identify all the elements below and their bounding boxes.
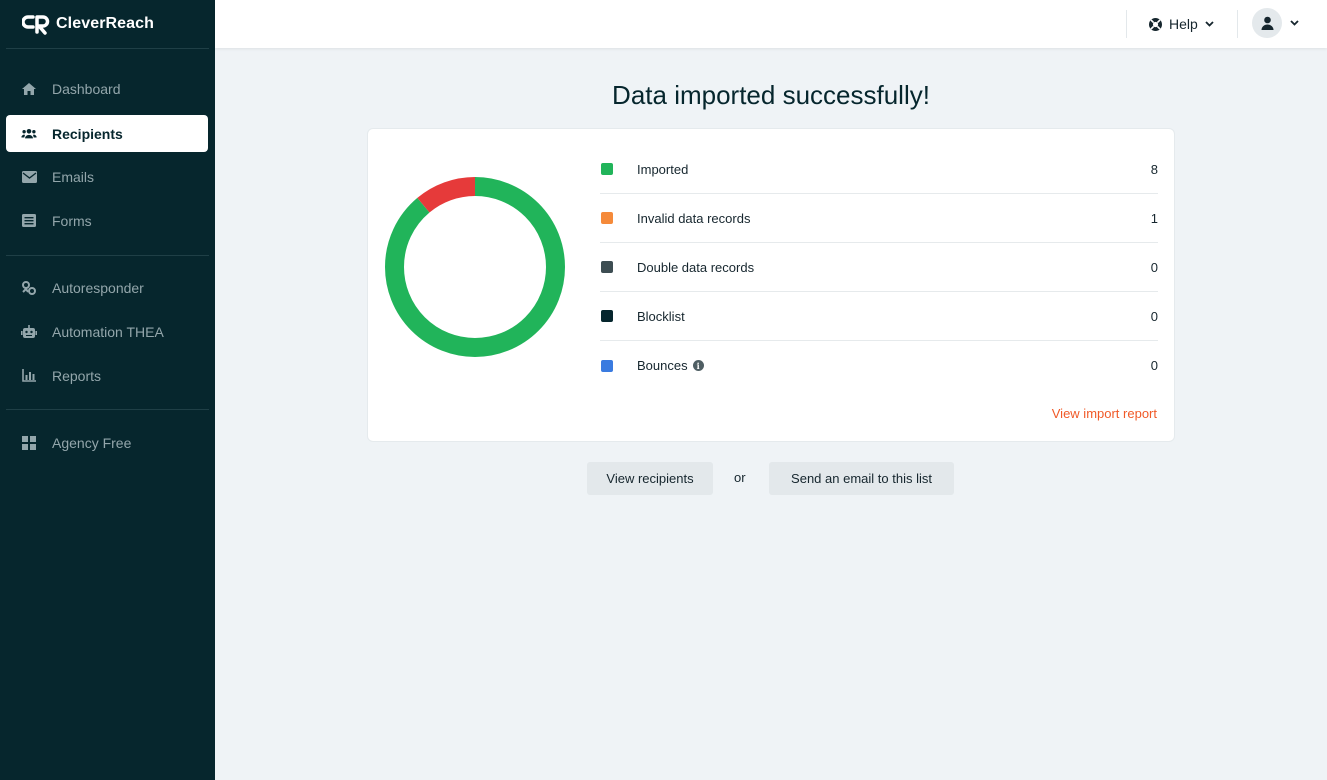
form-icon xyxy=(21,213,37,229)
sidebar-item-recipients[interactable]: Recipients xyxy=(6,115,208,152)
user-menu-button[interactable] xyxy=(1252,8,1299,38)
sidebar-item-label: Forms xyxy=(52,212,92,229)
import-stats-list: Imported 8 Invalid data records 1 Double… xyxy=(600,145,1158,390)
stat-label: Imported xyxy=(637,161,689,177)
cleverreach-logo-icon xyxy=(22,15,50,35)
sidebar-item-label: Emails xyxy=(52,168,95,185)
view-recipients-button[interactable]: View recipients xyxy=(587,462,713,495)
home-icon xyxy=(21,81,37,97)
import-donut-chart xyxy=(385,177,565,357)
help-label: Help xyxy=(1169,16,1198,32)
stat-value: 1 xyxy=(1150,210,1158,226)
autoresponder-icon xyxy=(21,280,37,296)
topbar-divider xyxy=(1126,10,1127,38)
sidebar-item-emails[interactable]: Emails xyxy=(6,158,208,195)
sidebar-item-reports[interactable]: Reports xyxy=(6,357,208,394)
import-summary-card: Imported 8 Invalid data records 1 Double… xyxy=(367,128,1175,442)
chart-icon xyxy=(21,368,37,384)
app-name: CleverReach xyxy=(56,15,155,32)
stat-value: 0 xyxy=(1150,358,1158,373)
top-bar: Help xyxy=(215,0,1327,48)
stat-row-imported: Imported 8 xyxy=(600,145,1158,194)
stat-row-double: Double data records 0 xyxy=(600,243,1158,292)
avatar xyxy=(1252,8,1282,38)
legend-swatch xyxy=(601,163,613,175)
info-icon[interactable]: i xyxy=(692,360,704,371)
page-title: Data imported successfully! xyxy=(612,80,930,110)
cleverreach-logo[interactable]: CleverReach xyxy=(22,12,154,36)
stat-row-invalid: Invalid data records 1 xyxy=(600,194,1158,243)
users-icon xyxy=(21,126,37,142)
sidebar-item-label: Recipients xyxy=(52,125,123,142)
stat-value: 8 xyxy=(1150,161,1158,177)
chevron-down-icon xyxy=(1290,20,1299,26)
legend-swatch xyxy=(601,261,613,273)
grid-icon xyxy=(21,435,37,451)
legend-swatch xyxy=(601,359,613,372)
donut-slice-imported xyxy=(385,177,565,357)
sidebar-item-label: Automation THEA xyxy=(52,323,164,340)
view-import-report-link[interactable]: View import report xyxy=(1052,406,1157,421)
sidebar-divider xyxy=(6,255,209,256)
stat-row-blocklist: Blocklist 0 xyxy=(600,292,1158,341)
user-icon xyxy=(1261,16,1273,30)
legend-swatch xyxy=(601,212,613,224)
sidebar-item-automation-thea[interactable]: Automation THEA xyxy=(6,313,208,350)
sidebar-item-agency-free[interactable]: Agency Free xyxy=(6,424,208,461)
envelope-icon xyxy=(21,169,37,185)
legend-swatch xyxy=(601,310,613,322)
or-text: or xyxy=(734,470,746,485)
help-menu-button[interactable]: Help xyxy=(1149,13,1214,35)
sidebar-item-label: Agency Free xyxy=(52,434,132,451)
stat-label: Blocklist xyxy=(637,308,685,324)
sidebar-item-label: Autoresponder xyxy=(52,279,144,296)
sidebar-item-dashboard[interactable]: Dashboard xyxy=(6,70,208,107)
sidebar-item-autoresponder[interactable]: Autoresponder xyxy=(6,269,208,306)
lifebuoy-icon xyxy=(1149,17,1162,31)
sidebar-item-label: Dashboard xyxy=(52,80,121,97)
send-email-button[interactable]: Send an email to this list xyxy=(769,462,954,495)
sidebar-item-label: Reports xyxy=(52,367,102,384)
stat-label: Bounces xyxy=(637,358,688,373)
sidebar: CleverReach Dashboard Recipients Emails … xyxy=(0,0,215,780)
topbar-divider xyxy=(1237,10,1238,38)
sidebar-item-forms[interactable]: Forms xyxy=(6,202,208,239)
stat-value: 0 xyxy=(1150,308,1158,324)
sidebar-divider xyxy=(6,409,209,410)
stat-label: Double data records xyxy=(637,259,755,275)
stat-value: 0 xyxy=(1150,259,1158,275)
chevron-down-icon xyxy=(1205,21,1214,27)
stat-label: Invalid data records xyxy=(637,210,751,226)
sidebar-divider xyxy=(6,48,209,49)
stat-row-bounces: Bounces i 0 xyxy=(600,341,1158,390)
robot-icon xyxy=(21,324,37,340)
